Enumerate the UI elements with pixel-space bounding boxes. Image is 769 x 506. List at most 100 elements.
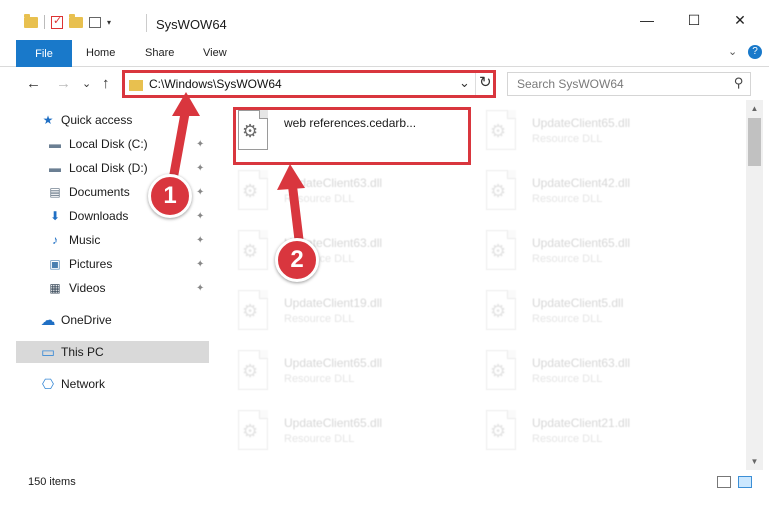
tab-share[interactable]: Share <box>145 47 174 59</box>
forward-button[interactable]: → <box>56 75 71 92</box>
file-type: Resource DLL <box>284 193 355 205</box>
pin-icon[interactable]: ✦ <box>196 235 204 246</box>
list-item[interactable]: ⚙ UpdateClient21.dll Resource DLL <box>476 406 716 462</box>
list-item[interactable]: ⚙ UpdateClient65.dll Resource DLL <box>228 406 468 462</box>
pin-icon[interactable]: ✦ <box>196 211 204 222</box>
dll-file-icon: ⚙ <box>238 410 268 450</box>
details-view-icon[interactable] <box>717 476 731 488</box>
vertical-scrollbar[interactable]: ▲ ▼ <box>746 100 763 470</box>
close-button[interactable]: ✕ <box>725 12 755 29</box>
list-item[interactable]: ⚙ UpdateClient63.dll Resource DLL <box>228 226 468 282</box>
search-box[interactable]: Search SysWOW64 ⚲ <box>507 72 751 96</box>
list-item[interactable]: ⚙ UpdateClient42.dll Resource DLL <box>476 166 716 222</box>
sidebar-item-pictures[interactable]: ▣ Pictures ✦ <box>0 253 210 275</box>
address-path[interactable]: C:\Windows\SysWOW64 <box>149 77 282 91</box>
file-type: Resource DLL <box>532 373 603 385</box>
refresh-button[interactable]: ↻ <box>479 73 492 91</box>
drive-icon: ▬ <box>49 137 61 151</box>
minimize-button[interactable]: — <box>632 12 662 28</box>
music-icon: ♪ <box>52 233 58 247</box>
network-icon: ⎔ <box>41 375 55 392</box>
window-title: SysWOW64 <box>156 17 227 32</box>
list-item[interactable]: ⚙ UpdateClient65.dll Resource DLL <box>476 106 716 162</box>
sidebar-item-music[interactable]: ♪ Music ✦ <box>0 229 210 251</box>
sidebar-item-label: Quick access <box>61 113 133 127</box>
navigation-pane: ★ Quick access ▬ Local Disk (C:) ✦ ▬ Loc… <box>0 106 212 470</box>
dll-file-icon: ⚙ <box>486 410 516 450</box>
file-name: UpdateClient42.dll <box>532 176 631 190</box>
file-type: Resource DLL <box>532 433 603 445</box>
tab-view[interactable]: View <box>203 47 227 59</box>
pin-icon[interactable]: ✦ <box>196 259 204 270</box>
folder-icon <box>129 80 143 91</box>
list-item[interactable]: ⚙ UpdateClient5.dll Resource DLL <box>476 286 716 342</box>
file-type: Resource DLL <box>532 253 603 265</box>
title-bar: ▾ SysWOW64 — ☐ ✕ <box>0 0 769 40</box>
dll-file-icon: ⚙ <box>486 110 516 150</box>
sidebar-item-onedrive[interactable]: ☁ OneDrive <box>0 309 210 331</box>
sidebar-item-local-disk-c[interactable]: ▬ Local Disk (C:) ✦ <box>0 133 210 155</box>
dll-file-icon: ⚙ <box>238 290 268 330</box>
file-type: Resource DLL <box>532 313 603 325</box>
sidebar-item-quick-access[interactable]: ★ Quick access <box>0 109 210 131</box>
drive-icon: ▬ <box>49 161 61 175</box>
sidebar-item-label: OneDrive <box>61 313 112 327</box>
status-bar: 150 items <box>0 470 769 506</box>
file-type: Resource DLL <box>284 313 355 325</box>
file-type: Resource DLL <box>284 373 355 385</box>
list-item[interactable]: ⚙ UpdateClient19.dll Resource DLL <box>228 286 468 342</box>
up-button[interactable]: ↑ <box>102 75 110 92</box>
download-icon: ⬇ <box>49 209 61 223</box>
folder-icon[interactable] <box>24 13 38 28</box>
file-name: UpdateClient19.dll <box>284 296 383 310</box>
tab-home[interactable]: Home <box>86 47 115 59</box>
file-name: UpdateClient65.dll <box>284 356 383 370</box>
file-type: Resource DLL <box>532 193 603 205</box>
sidebar-item-this-pc[interactable]: ▭ This PC <box>16 341 209 363</box>
list-item[interactable]: ⚙ UpdateClient65.dll Resource DLL <box>228 346 468 402</box>
back-button[interactable]: ← <box>26 75 41 92</box>
divider <box>475 73 476 95</box>
file-name: UpdateClient5.dll <box>532 296 624 310</box>
customize-toolbar-icon[interactable]: ▾ <box>107 18 111 27</box>
large-icons-view-icon[interactable] <box>738 476 752 488</box>
list-item[interactable]: ⚙ UpdateClient65.dll Resource DLL <box>476 226 716 282</box>
sidebar-item-label: Downloads <box>69 209 129 223</box>
dll-file-icon: ⚙ <box>486 170 516 210</box>
tab-file[interactable]: File <box>16 40 72 67</box>
file-type: Resource DLL <box>284 433 355 445</box>
maximize-button[interactable]: ☐ <box>679 12 709 29</box>
highlight-box <box>233 107 471 165</box>
expand-ribbon-icon[interactable]: ⌄ <box>728 45 737 58</box>
list-item[interactable]: ⚙ UpdateClient63.dll Resource DLL <box>476 346 716 402</box>
recent-locations-button[interactable]: ⌄ <box>82 77 91 90</box>
sidebar-item-label: This PC <box>61 345 104 359</box>
list-item[interactable]: ⚙ UpdateClient63.dll Resource DLL <box>228 166 468 222</box>
scroll-thumb[interactable] <box>748 118 761 166</box>
pin-icon[interactable]: ✦ <box>196 187 204 198</box>
chevron-down-icon[interactable]: ⌄ <box>459 75 470 91</box>
pin-icon[interactable]: ✦ <box>196 283 204 294</box>
documents-icon: ▤ <box>49 185 61 199</box>
dll-file-icon: ⚙ <box>486 350 516 390</box>
address-row: ← → ⌄ ↑ C:\Windows\SysWOW64 ⌄ ↻ Search S… <box>0 68 769 100</box>
file-name: UpdateClient65.dll <box>532 116 631 130</box>
divider <box>146 14 147 32</box>
pin-icon[interactable]: ✦ <box>196 163 204 174</box>
address-bar[interactable]: C:\Windows\SysWOW64 ⌄ ↻ <box>122 70 496 98</box>
properties-icon[interactable] <box>51 14 63 29</box>
new-folder-icon[interactable] <box>69 13 83 28</box>
ribbon: File Home Share View ⌄ ? <box>0 40 769 67</box>
scroll-up-icon[interactable]: ▲ <box>746 100 763 117</box>
search-icon[interactable]: ⚲ <box>734 75 744 91</box>
scroll-down-icon[interactable]: ▼ <box>746 453 763 470</box>
file-name: UpdateClient65.dll <box>532 236 631 250</box>
sidebar-item-videos[interactable]: ▦ Videos ✦ <box>0 277 210 299</box>
help-icon[interactable]: ? <box>748 45 762 59</box>
dll-file-icon: ⚙ <box>486 290 516 330</box>
pin-icon[interactable]: ✦ <box>196 139 204 150</box>
view-menu-icon[interactable] <box>89 16 101 28</box>
sidebar-item-network[interactable]: ⎔ Network <box>0 373 210 395</box>
file-name: UpdateClient65.dll <box>284 416 383 430</box>
quick-access-toolbar: ▾ <box>24 13 111 29</box>
